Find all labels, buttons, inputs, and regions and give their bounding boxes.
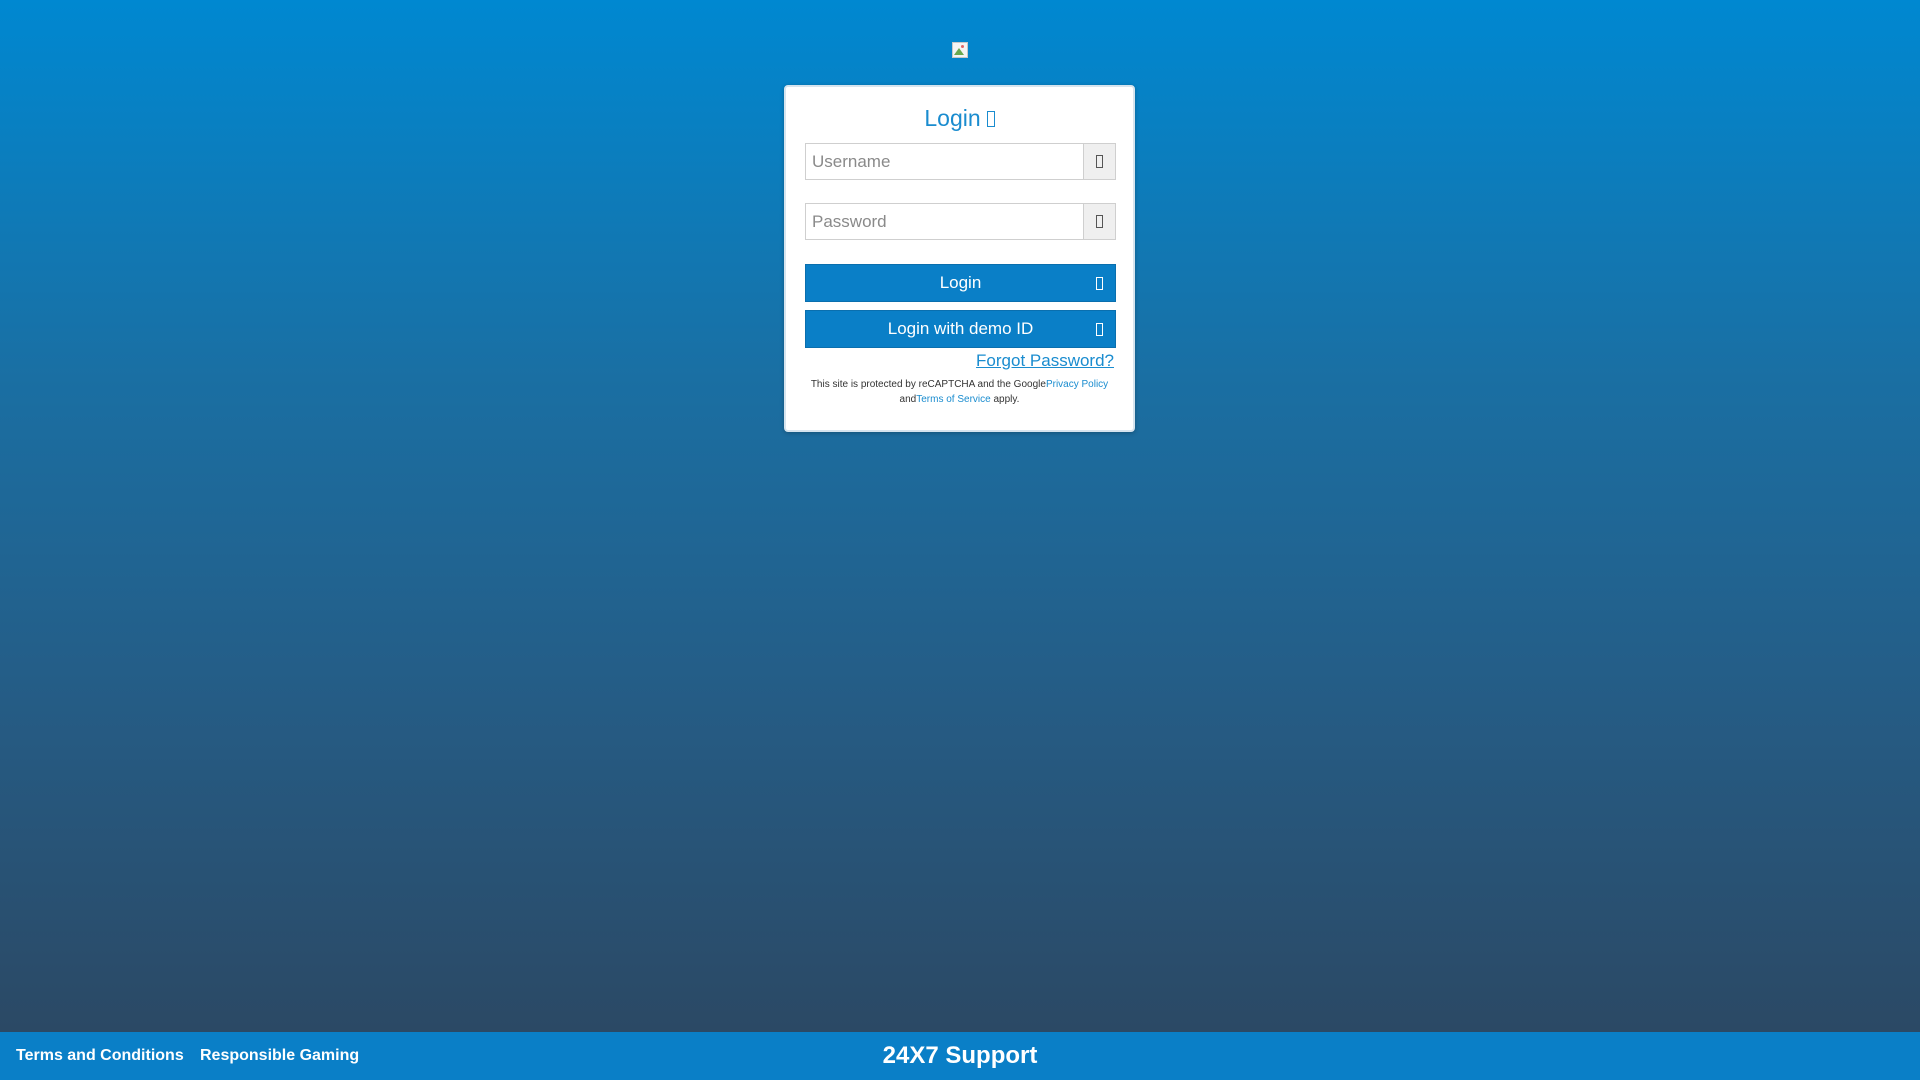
sign-in-icon	[1096, 323, 1103, 336]
login-button-label: Login	[939, 273, 982, 292]
forgot-password-link[interactable]: Forgot Password?	[976, 351, 1114, 371]
key-icon	[1096, 215, 1103, 228]
login-demo-button-label: Login with demo ID	[887, 319, 1034, 338]
login-button[interactable]: Login	[805, 264, 1116, 302]
username-field[interactable]	[805, 143, 1116, 180]
login-demo-button[interactable]: Login with demo ID	[805, 310, 1116, 348]
terms-of-service-link[interactable]: Terms of Service	[916, 394, 990, 405]
login-title: Login	[786, 105, 1133, 132]
recaptcha-text-2: and	[899, 394, 917, 405]
logo-broken-image-icon	[952, 42, 968, 58]
login-card: Login Login Login with demo ID Forgot Pa…	[784, 85, 1135, 432]
username-addon	[1083, 144, 1115, 179]
password-addon	[1083, 204, 1115, 239]
terms-conditions-link[interactable]: Terms and Conditions	[16, 1047, 184, 1065]
support-link[interactable]: 24X7 Support	[883, 1042, 1038, 1069]
username-input[interactable]	[806, 144, 1083, 179]
recaptcha-notice: This site is protected by reCAPTCHA and …	[786, 377, 1133, 407]
sign-in-icon	[986, 111, 995, 127]
login-title-text: Login	[924, 105, 981, 131]
privacy-policy-link[interactable]: Privacy Policy	[1046, 379, 1108, 390]
password-input[interactable]	[806, 204, 1083, 239]
recaptcha-text-3: apply.	[990, 394, 1020, 405]
recaptcha-text-1: This site is protected by reCAPTCHA and …	[810, 379, 1046, 390]
user-icon	[1096, 155, 1103, 168]
sign-in-icon	[1096, 277, 1103, 290]
password-field[interactable]	[805, 203, 1116, 240]
footer-bar: Terms and Conditions Responsible Gaming …	[0, 1032, 1920, 1080]
responsible-gaming-link[interactable]: Responsible Gaming	[200, 1047, 359, 1065]
